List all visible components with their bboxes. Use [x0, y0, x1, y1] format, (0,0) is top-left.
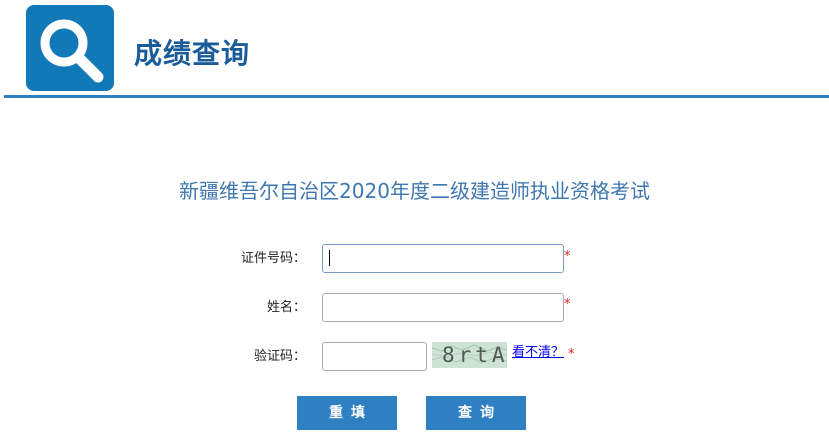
magnifier-icon: [40, 19, 104, 83]
captcha-input[interactable]: [322, 342, 427, 371]
id-number-input[interactable]: [322, 244, 564, 273]
page-title: 成绩查询: [134, 37, 251, 70]
reset-button[interactable]: 重填: [297, 396, 397, 430]
text-caret: [329, 250, 330, 266]
refresh-captcha-link[interactable]: 看不清？: [512, 345, 564, 361]
query-button[interactable]: 查询: [426, 396, 526, 430]
page-header: 成绩查询: [0, 0, 829, 98]
required-mark: *: [568, 347, 575, 362]
name-input[interactable]: [322, 293, 564, 322]
name-label: 姓名：: [266, 300, 306, 315]
required-mark: *: [564, 249, 571, 264]
id-number-label: 证件号码：: [240, 251, 306, 266]
exam-title: 新疆维吾尔自治区2020年度二级建造师执业资格考试: [179, 179, 650, 203]
magnifier-logo: [26, 5, 114, 91]
required-mark: *: [564, 297, 571, 312]
captcha-image[interactable]: 8rtA: [432, 342, 507, 368]
captcha-label: 验证码：: [253, 349, 306, 364]
header-divider: [4, 95, 829, 98]
captcha-text: 8rtA: [442, 343, 507, 367]
